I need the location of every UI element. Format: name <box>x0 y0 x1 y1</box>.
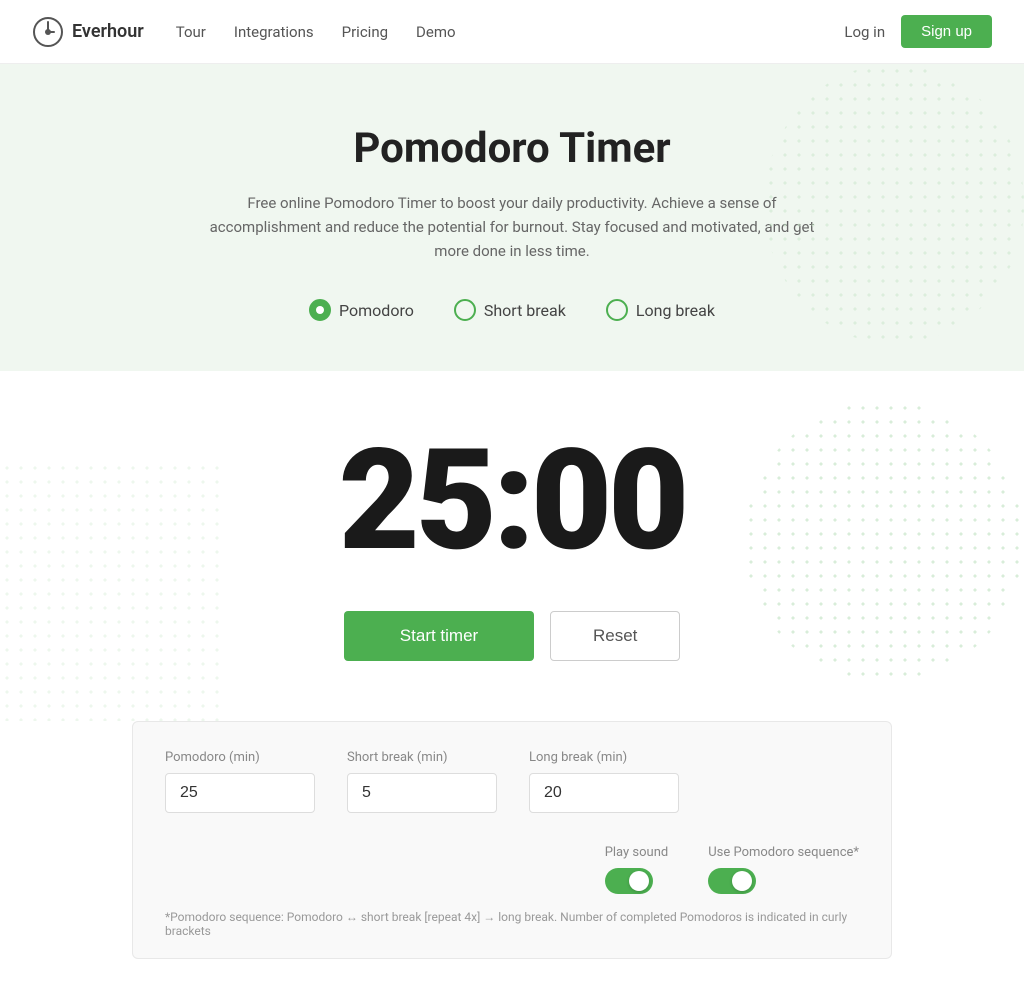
brand-name: Everhour <box>72 21 144 42</box>
settings-panel: Pomodoro (min) Short break (min) Long br… <box>132 721 892 959</box>
play-sound-group: Play sound <box>605 845 669 894</box>
login-button[interactable]: Log in <box>844 23 885 41</box>
toggle-section: Play sound Use Pomodoro sequence* <box>605 845 859 894</box>
timer-buttons: Start timer Reset <box>20 611 1004 661</box>
settings-wrapper: Pomodoro (min) Short break (min) Long br… <box>0 721 1024 999</box>
radio-pomodoro-circle <box>309 299 331 321</box>
radio-short-break-circle <box>454 299 476 321</box>
brand-logo[interactable]: Everhour <box>32 16 144 48</box>
hero-dots-decoration <box>764 64 1024 344</box>
pomodoro-sequence-toggle[interactable] <box>708 868 756 894</box>
nav-integrations[interactable]: Integrations <box>234 23 314 41</box>
navbar: Everhour Tour Integrations Pricing Demo … <box>0 0 1024 64</box>
reset-timer-button[interactable]: Reset <box>550 611 680 661</box>
mode-short-break[interactable]: Short break <box>454 299 566 321</box>
timer-section: 25:00 Start timer Reset <box>0 371 1024 721</box>
nav-demo[interactable]: Demo <box>416 23 456 41</box>
short-break-label: Short break (min) <box>347 750 497 765</box>
pomodoro-input[interactable] <box>165 773 315 813</box>
signup-button[interactable]: Sign up <box>901 15 992 48</box>
pomodoro-sequence-group: Use Pomodoro sequence* <box>708 845 859 894</box>
short-break-input[interactable] <box>347 773 497 813</box>
nav-links: Tour Integrations Pricing Demo <box>176 23 845 41</box>
toggle-knob <box>629 871 649 891</box>
mode-pomodoro-label: Pomodoro <box>339 301 414 320</box>
hero-description: Free online Pomodoro Timer to boost your… <box>192 191 832 263</box>
short-break-field: Short break (min) <box>347 750 497 813</box>
long-break-input[interactable] <box>529 773 679 813</box>
toggle-knob-2 <box>732 871 752 891</box>
long-break-field: Long break (min) <box>529 750 679 813</box>
play-sound-toggle[interactable] <box>605 868 653 894</box>
hero-section: Pomodoro Timer Free online Pomodoro Time… <box>0 64 1024 371</box>
nav-tour[interactable]: Tour <box>176 23 206 41</box>
nav-pricing[interactable]: Pricing <box>342 23 388 41</box>
long-break-label: Long break (min) <box>529 750 679 765</box>
settings-note: *Pomodoro sequence: Pomodoro ↔ short bre… <box>165 910 859 938</box>
pomodoro-field: Pomodoro (min) <box>165 750 315 813</box>
pomodoro-sequence-label: Use Pomodoro sequence* <box>708 845 859 860</box>
pomodoro-label: Pomodoro (min) <box>165 750 315 765</box>
play-sound-label: Play sound <box>605 845 669 860</box>
logo-icon <box>32 16 64 48</box>
start-timer-button[interactable]: Start timer <box>344 611 534 661</box>
mode-long-break-label: Long break <box>636 301 715 320</box>
mode-short-break-label: Short break <box>484 301 566 320</box>
settings-row: Pomodoro (min) Short break (min) Long br… <box>165 750 859 894</box>
radio-long-break-circle <box>606 299 628 321</box>
radio-dot <box>316 306 324 314</box>
mode-long-break[interactable]: Long break <box>606 299 715 321</box>
mode-pomodoro[interactable]: Pomodoro <box>309 299 414 321</box>
timer-display: 25:00 <box>20 431 1004 571</box>
nav-actions: Log in Sign up <box>844 15 992 48</box>
